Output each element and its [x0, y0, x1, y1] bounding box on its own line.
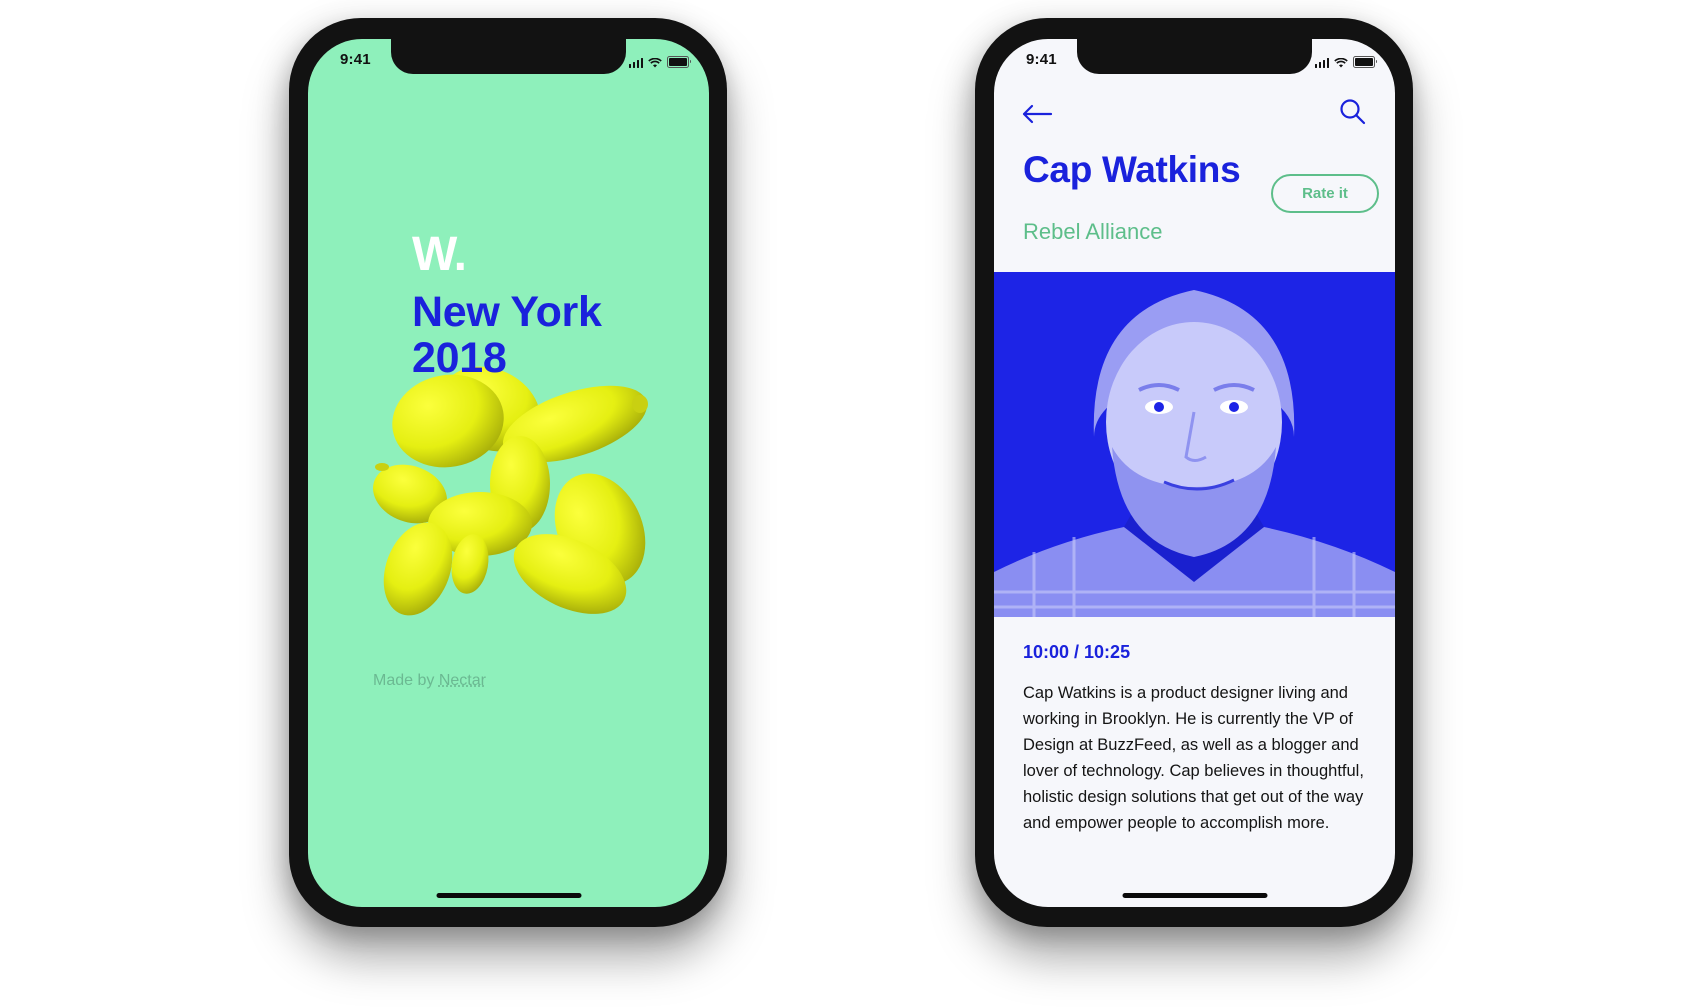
status-time: 9:41: [340, 51, 371, 68]
search-icon[interactable]: [1339, 98, 1367, 126]
speaker-photo: [994, 272, 1395, 617]
arrow-left-icon[interactable]: [1021, 101, 1053, 127]
speaker-company: Rebel Alliance: [1023, 219, 1163, 244]
notch: [1077, 39, 1312, 74]
status-time: 9:41: [1026, 51, 1057, 68]
phone-mockup-left: 9:41 W. New York 2018 Made by Nectar: [289, 18, 727, 927]
notch: [391, 39, 626, 74]
wifi-icon: [648, 58, 662, 68]
event-city: New York: [412, 288, 602, 336]
credit-text: Made by Nectar: [373, 672, 486, 690]
balloon-dog-illustration: [373, 366, 648, 616]
nectar-link[interactable]: Nectar: [439, 672, 486, 689]
credit-prefix: Made by: [373, 672, 439, 689]
wifi-icon: [1334, 58, 1348, 68]
battery-icon: [667, 56, 691, 68]
battery-icon: [1353, 56, 1377, 68]
event-year: 2018: [412, 334, 507, 382]
speaker-name: Cap Watkins: [1023, 149, 1241, 190]
signal-icon: [628, 58, 643, 68]
speaker-portrait: [994, 272, 1395, 617]
status-icons: [1314, 56, 1377, 68]
speaker-detail-screen: 9:41 Cap Watkins Rate it Rebel Alliance: [994, 39, 1395, 907]
home-indicator[interactable]: [436, 893, 581, 898]
rate-it-button[interactable]: Rate it: [1271, 174, 1379, 213]
phone-mockup-right: 9:41 Cap Watkins Rate it Rebel Alliance: [975, 18, 1413, 927]
app-logo: W.: [412, 228, 467, 281]
signal-icon: [1314, 58, 1329, 68]
status-icons: [628, 56, 691, 68]
speaker-bio: Cap Watkins is a product designer living…: [1023, 684, 1364, 832]
splash-screen: 9:41 W. New York 2018 Made by Nectar: [308, 39, 709, 907]
home-indicator[interactable]: [1122, 893, 1267, 898]
session-time: 10:00 / 10:25: [1023, 642, 1131, 662]
